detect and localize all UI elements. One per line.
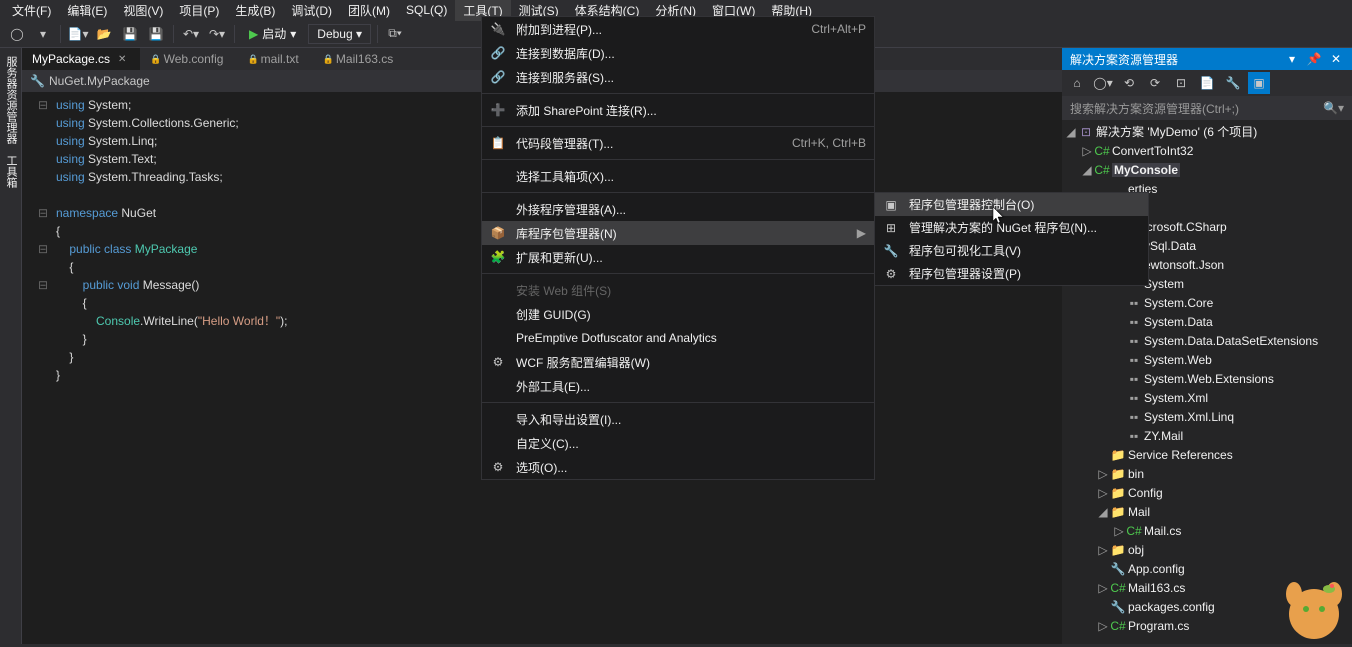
tree-node[interactable]: ▷📁Config <box>1062 483 1352 502</box>
menu-1[interactable]: 编辑(E) <box>59 0 115 21</box>
pin-icon[interactable]: 📌 <box>1306 51 1322 67</box>
tree-node[interactable]: ◢C#MyConsole <box>1062 160 1352 179</box>
tab-MyPackage.cs[interactable]: MyPackage.cs✕ <box>22 48 140 70</box>
tab-mail.txt[interactable]: mail.txt <box>237 48 312 70</box>
sync-icon[interactable]: ⟲ <box>1118 72 1140 94</box>
back-icon[interactable]: ◯▾ <box>1092 72 1114 94</box>
properties-icon[interactable]: 🔧 <box>1222 72 1244 94</box>
menu-6[interactable]: 团队(M) <box>340 0 398 21</box>
tree-node[interactable]: ▪▪System.Web <box>1062 350 1352 369</box>
menu-3[interactable]: 项目(P) <box>171 0 227 21</box>
menu-item[interactable]: 🔗连接到服务器(S)... <box>482 65 874 89</box>
solution-node[interactable]: ◢⊡解决方案 'MyDemo' (6 个项目) <box>1062 122 1352 141</box>
menu-item[interactable]: ⚙选项(O)... <box>482 455 874 479</box>
close-icon[interactable]: ✕ <box>118 54 126 65</box>
undo-icon[interactable]: ↶▾ <box>180 23 202 45</box>
menu-item: 安装 Web 组件(S) <box>482 278 874 302</box>
tree-node[interactable]: ▷📁obj <box>1062 540 1352 559</box>
solexp-titlebar: 解决方案资源管理器 ▾ 📌 ✕ <box>1062 48 1352 70</box>
config-dropdown[interactable]: Debug ▾ <box>308 24 371 44</box>
menu-item[interactable]: 📋代码段管理器(T)...Ctrl+K, Ctrl+B <box>482 131 874 155</box>
tree-node[interactable]: ▪▪System.Xml.Linq <box>1062 407 1352 426</box>
breadcrumb-label[interactable]: NuGet.MyPackage <box>49 74 150 88</box>
menu-item[interactable]: 🔗连接到数据库(D)... <box>482 41 874 65</box>
menu-5[interactable]: 调试(D) <box>283 0 340 21</box>
menu-item[interactable]: 选择工具箱项(X)... <box>482 164 874 188</box>
new-file-icon[interactable]: 📄▾ <box>67 23 89 45</box>
tree-node[interactable]: ▷C#Mail.cs <box>1062 521 1352 540</box>
menu-0[interactable]: 文件(F) <box>4 0 59 21</box>
search-placeholder: 搜索解决方案资源管理器(Ctrl+;) <box>1070 100 1323 117</box>
nav-fwd-icon[interactable]: ▾ <box>32 23 54 45</box>
menu-item[interactable]: ⚙WCF 服务配置编辑器(W) <box>482 350 874 374</box>
submenu-item[interactable]: ⊞管理解决方案的 NuGet 程序包(N)... <box>875 216 1148 239</box>
collapse-icon[interactable]: ⊡ <box>1170 72 1192 94</box>
dropdown-icon[interactable]: ▾ <box>1284 51 1300 67</box>
tree-node[interactable]: ◢📁Mail <box>1062 502 1352 521</box>
solexp-search[interactable]: 搜索解决方案资源管理器(Ctrl+;) 🔍▾ <box>1062 96 1352 120</box>
vertical-toolbox-bar[interactable]: 服务器资源管理器 工具箱 <box>0 48 22 644</box>
save-all-icon[interactable]: 💾 <box>145 23 167 45</box>
tree-node[interactable]: ▪▪System.Web.Extensions <box>1062 369 1352 388</box>
tree-node[interactable]: ▪▪System.Data <box>1062 312 1352 331</box>
menu-2[interactable]: 视图(V) <box>115 0 171 21</box>
search-icon: 🔍▾ <box>1323 101 1344 115</box>
tree-node[interactable]: ▪▪System.Data.DataSetExtensions <box>1062 331 1352 350</box>
menu-item[interactable]: 导入和导出设置(I)... <box>482 407 874 431</box>
menu-item[interactable]: 自定义(C)... <box>482 431 874 455</box>
tree-node[interactable]: ▷C#ConvertToInt32 <box>1062 141 1352 160</box>
show-all-icon[interactable]: 📄 <box>1196 72 1218 94</box>
home-icon[interactable]: ⌂ <box>1066 72 1088 94</box>
tree-node[interactable]: ▪▪System.Xml <box>1062 388 1352 407</box>
start-button[interactable]: ▶启动 ▾ <box>241 25 304 42</box>
start-label: 启动 <box>262 25 286 42</box>
tree-node[interactable]: 📁Service References <box>1062 445 1352 464</box>
menu-item[interactable]: 📦库程序包管理器(N)▶ <box>482 221 874 245</box>
close-icon[interactable]: ✕ <box>1328 51 1344 67</box>
submenu-item[interactable]: ▣程序包管理器控制台(O) <box>875 193 1148 216</box>
submenu-item[interactable]: 🔧程序包可视化工具(V) <box>875 239 1148 262</box>
save-icon[interactable]: 💾 <box>119 23 141 45</box>
mascot-icon <box>1264 564 1344 644</box>
menu-item[interactable]: 🧩扩展和更新(U)... <box>482 245 874 269</box>
tools-menu: 🔌附加到进程(P)...Ctrl+Alt+P🔗连接到数据库(D)...🔗连接到服… <box>481 16 875 480</box>
tab-Web.config[interactable]: Web.config <box>140 48 237 70</box>
package-manager-submenu: ▣程序包管理器控制台(O)⊞管理解决方案的 NuGet 程序包(N)...🔧程序… <box>874 192 1149 286</box>
solexp-toolbar: ⌂ ◯▾ ⟲ ⟳ ⊡ 📄 🔧 ▣ <box>1062 70 1352 96</box>
tab-Mail163.cs[interactable]: Mail163.cs <box>313 48 408 70</box>
menu-item[interactable]: 外接程序管理器(A)... <box>482 197 874 221</box>
solution-explorer: 解决方案资源管理器 ▾ 📌 ✕ ⌂ ◯▾ ⟲ ⟳ ⊡ 📄 🔧 ▣ 搜索解决方案资… <box>1062 48 1352 644</box>
open-icon[interactable]: 📂 <box>93 23 115 45</box>
redo-icon[interactable]: ↷▾ <box>206 23 228 45</box>
solexp-title: 解决方案资源管理器 <box>1070 51 1278 68</box>
class-icon: 🔧 <box>30 74 45 88</box>
menu-7[interactable]: SQL(Q) <box>398 1 455 19</box>
menu-item[interactable]: 🔌附加到进程(P)...Ctrl+Alt+P <box>482 17 874 41</box>
stack-icon[interactable]: ⧉▾ <box>384 23 406 45</box>
tree-node[interactable]: ▪▪System.Core <box>1062 293 1352 312</box>
menu-item[interactable]: 外部工具(E)... <box>482 374 874 398</box>
submenu-item[interactable]: ⚙程序包管理器设置(P) <box>875 262 1148 285</box>
menu-4[interactable]: 生成(B) <box>227 0 283 21</box>
nav-back-icon[interactable]: ◯ <box>6 23 28 45</box>
tree-node[interactable]: ▪▪ZY.Mail <box>1062 426 1352 445</box>
menu-item[interactable]: 创建 GUID(G) <box>482 302 874 326</box>
menu-item[interactable]: PreEmptive Dotfuscator and Analytics <box>482 326 874 350</box>
refresh-icon[interactable]: ⟳ <box>1144 72 1166 94</box>
tree-node[interactable]: ▷📁bin <box>1062 464 1352 483</box>
preview-icon[interactable]: ▣ <box>1248 72 1270 94</box>
menu-item[interactable]: ➕添加 SharePoint 连接(R)... <box>482 98 874 122</box>
